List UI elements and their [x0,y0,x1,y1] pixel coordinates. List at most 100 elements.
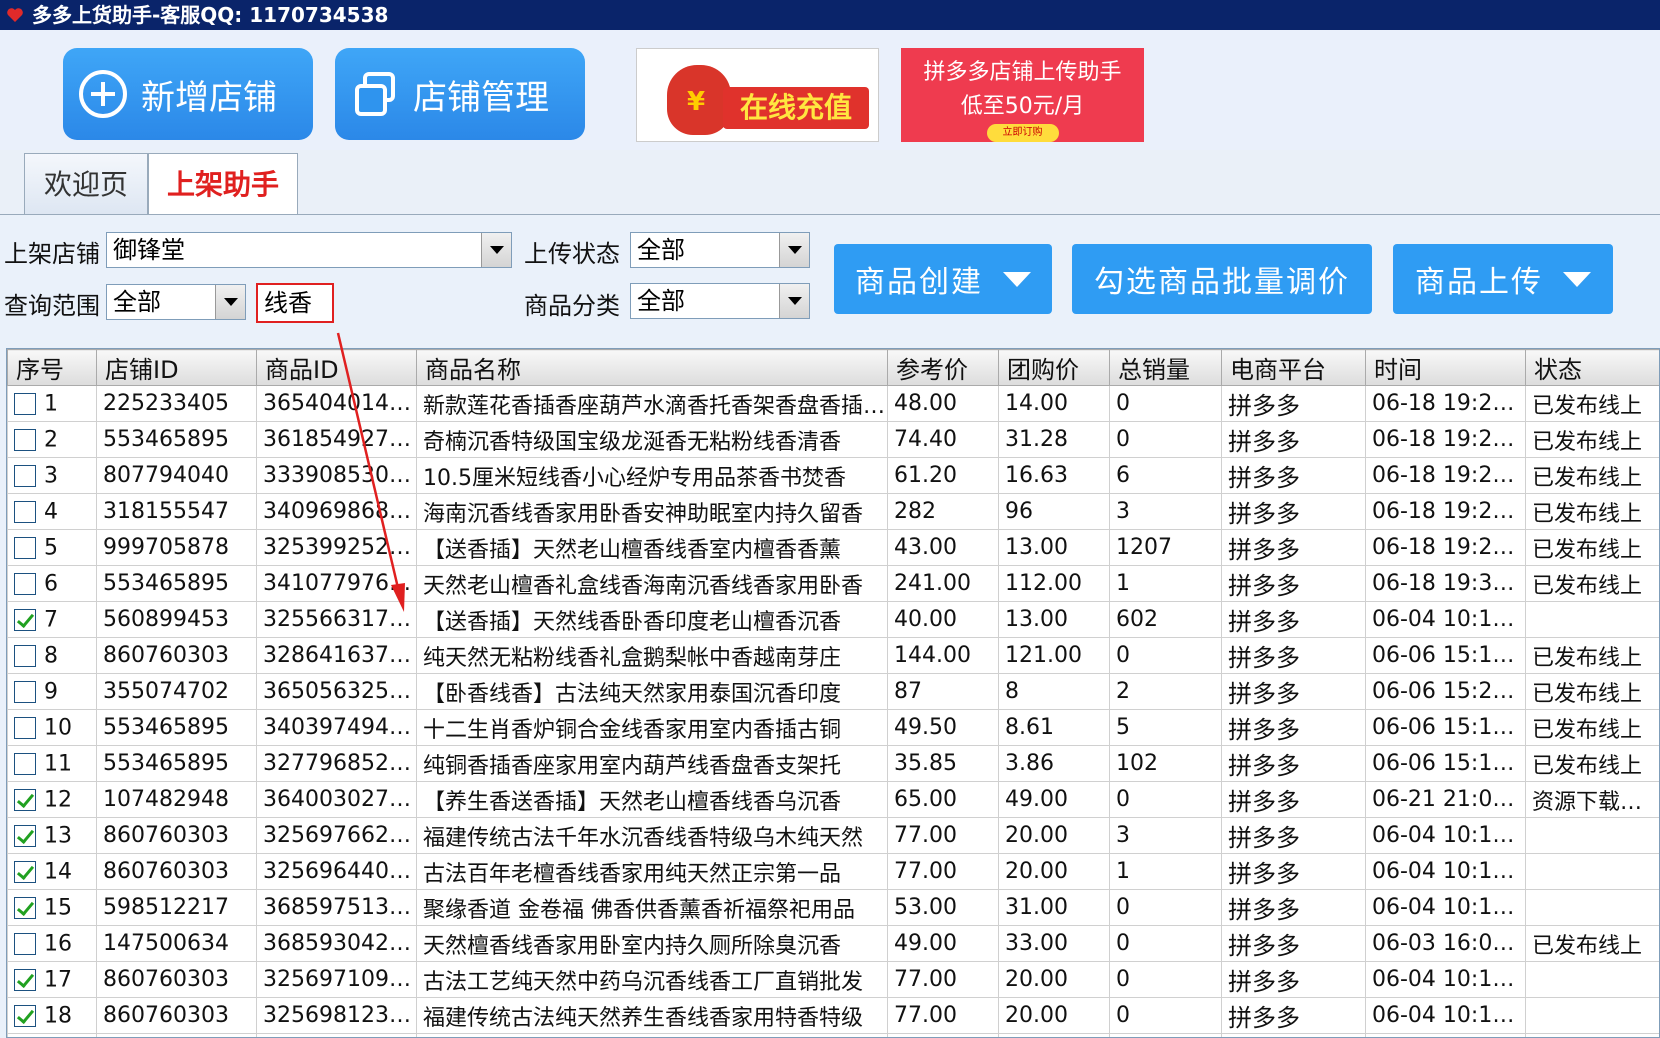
table-row[interactable]: 3 807794040 333908530787 10.5厘米短线香小心经炉专用品茶香… [7,457,1659,494]
table-row[interactable]: 10 553465895 340397494388 十二生肖香炉铜合金线香家用室内香插… [7,709,1659,746]
table-row[interactable]: 9 355074702 365056325627 【卧香线香】古法纯天然家用泰国沉香印… [7,673,1659,710]
table-row[interactable]: 4 318155547 340969868302 海南沉香线香家用卧香安神助眠室内持久… [7,493,1659,530]
chevron-down-icon[interactable] [481,233,511,267]
table-row[interactable]: 11 553465895 327796852397 纯铜香插香座家用室内葫芦线香盘香支… [7,745,1659,782]
platform-cell: 拼多多 [1221,889,1366,926]
keyword-search-input[interactable]: 线香 [256,283,334,323]
scope-select[interactable]: 全部 [106,284,246,320]
manage-shop-button[interactable]: 店铺管理 [335,48,585,140]
group-price-cell: 31.00 [998,889,1110,926]
table-row[interactable]: 6 553465895 341077976139 天然老山檀香礼盒线香海南沉香线香家用… [7,565,1659,602]
seq-cell: 15 [7,889,97,926]
shop-select[interactable]: 御锋堂 [106,232,512,268]
table-row[interactable]: 14 860760303 325696440876 古法百年老檀香线香家用纯天然正宗第… [7,853,1659,890]
reference-price-cell: 53.00 [887,889,999,926]
shop-id-cell: 999705878 [96,529,257,566]
platform-cell: 拼多多 [1221,529,1366,566]
product-id-cell: 325566317926 [256,601,417,638]
row-checkbox[interactable] [14,932,36,955]
column-header[interactable]: 店铺ID [96,349,257,386]
group-price-cell: 16.63 [998,457,1110,494]
add-shop-button[interactable]: 新增店铺 [63,48,313,140]
row-seq: 16 [44,931,72,957]
promo-order-button[interactable]: 立即订购 [986,124,1059,142]
reference-price-cell: 77.00 [887,853,999,890]
row-seq: 15 [44,895,72,921]
table-row[interactable]: 16 147500634 368593042637 天然檀香线香家用卧室内持久厕所除臭… [7,925,1659,962]
table-row[interactable]: 8 860760303 328641637359 纯天然无粘粉线香礼盒鹅梨帐中香越南芽… [7,637,1659,674]
column-header[interactable]: 状态 [1525,349,1659,386]
category-select[interactable]: 全部 [630,283,810,319]
product-create-button[interactable]: 商品创建 [834,244,1052,314]
row-checkbox[interactable] [14,824,36,847]
row-checkbox[interactable] [14,644,36,667]
row-checkbox[interactable] [14,572,36,595]
column-header[interactable]: 参考价 [887,349,999,386]
product-name-cell: 聚缘香道 金卷福 佛香供香薰香祈福祭祀用品 [416,889,888,926]
table-row[interactable]: 13 860760303 325697662679 福建传统古法千年水沉香线香特级乌木… [7,817,1659,854]
platform-cell: 拼多多 [1221,673,1366,710]
platform-cell: 拼多多 [1221,421,1366,458]
column-header[interactable]: 序号 [7,349,97,386]
total-sales-cell: 0 [1109,637,1222,674]
row-checkbox[interactable] [14,464,36,487]
table-row[interactable]: 7 560899453 325566317926 【送香插】天然线香卧香印度老山檀香沉… [7,601,1659,638]
total-sales-cell: 2 [1109,673,1222,710]
manage-shop-label: 店铺管理 [413,77,549,118]
status-cell: 已发布线上 [1525,493,1659,530]
recharge-banner[interactable]: ¥ 在线充值 [636,48,879,142]
scope-label: 查询范围 [4,292,100,320]
row-checkbox[interactable] [14,716,36,739]
row-checkbox[interactable] [14,968,36,991]
row-checkbox[interactable] [14,392,36,415]
chevron-down-icon[interactable] [215,285,245,319]
table-row[interactable]: 5 999705878 325399252976 【送香插】天然老山檀香线香室内檀香香… [7,529,1659,566]
seq-cell: 5 [7,529,97,566]
row-checkbox[interactable] [14,428,36,451]
column-header[interactable]: 商品ID [256,349,417,386]
chevron-down-icon[interactable] [779,233,809,267]
row-checkbox[interactable] [14,896,36,919]
row-checkbox[interactable] [14,1004,36,1027]
time-cell: 06-18 19:22:21 [1365,385,1526,422]
product-id-cell: 325399252976 [256,529,417,566]
column-header[interactable]: 总销量 [1109,349,1222,386]
table-row[interactable]: 19860760303325695751111福建传统古法纯天然特级檀香家用线香… [7,1033,1659,1037]
shop-id-cell: 860760303 [96,637,257,674]
row-checkbox[interactable] [14,500,36,523]
table-row[interactable]: 15 598512217 368597513254 聚缘香道 金卷福 佛香供香薰香祈福… [7,889,1659,926]
column-header[interactable]: 时间 [1365,349,1526,386]
seq-cell: 17 [7,961,97,998]
row-checkbox[interactable] [14,788,36,811]
table-row[interactable]: 18 860760303 325698123606 福建传统古法纯天然养生香线香家用特… [7,997,1659,1034]
row-checkbox[interactable] [14,680,36,703]
platform-cell: 拼多多 [1221,1033,1366,1037]
reference-price-cell: 35.85 [887,745,999,782]
row-checkbox[interactable] [14,860,36,883]
chevron-down-icon[interactable] [779,284,809,318]
product-upload-button[interactable]: 商品上传 [1393,244,1613,314]
column-header[interactable]: 商品名称 [416,349,888,386]
product-name-cell: 天然老山檀香礼盒线香海南沉香线香家用卧香 [416,565,888,602]
category-label: 商品分类 [524,292,620,320]
batch-price-button[interactable]: 勾选商品批量调价 [1072,244,1372,314]
column-header[interactable]: 团购价 [998,349,1110,386]
total-sales-cell: 0 [1109,385,1222,422]
row-checkbox[interactable] [14,608,36,631]
time-cell: 06-04 10:16:09 [1365,601,1526,638]
row-seq: 3 [44,463,58,489]
tab-welcome[interactable]: 欢迎页 [24,153,148,215]
row-checkbox[interactable] [14,752,36,775]
row-checkbox[interactable] [14,536,36,559]
upload-status-select[interactable]: 全部 [630,232,810,268]
table-row[interactable]: 1 225233405 365404014129 新款莲花香插香座葫芦水滴香托香架香盘… [7,385,1659,422]
column-header[interactable]: 电商平台 [1221,349,1366,386]
product-name-cell: 天然檀香线香家用卧室内持久厕所除臭沉香 [416,925,888,962]
tab-listing-assistant[interactable]: 上架助手 [148,153,298,215]
group-price-cell: 20.00 [998,997,1110,1034]
table-row[interactable]: 2 553465895 361854927826 奇楠沉香特级国宝级龙涎香无粘粉线香清… [7,421,1659,458]
group-price-cell: 13.00 [998,601,1110,638]
promo-banner[interactable]: 拼多多店铺上传助手 低至50元/月 立即订购 [901,48,1144,142]
table-row[interactable]: 12 107482948 364003027251 【养生香送香插】天然老山檀香线香乌… [7,781,1659,818]
table-row[interactable]: 17 860760303 325697109746 古法工艺纯天然中药乌沉香线香工厂直… [7,961,1659,998]
